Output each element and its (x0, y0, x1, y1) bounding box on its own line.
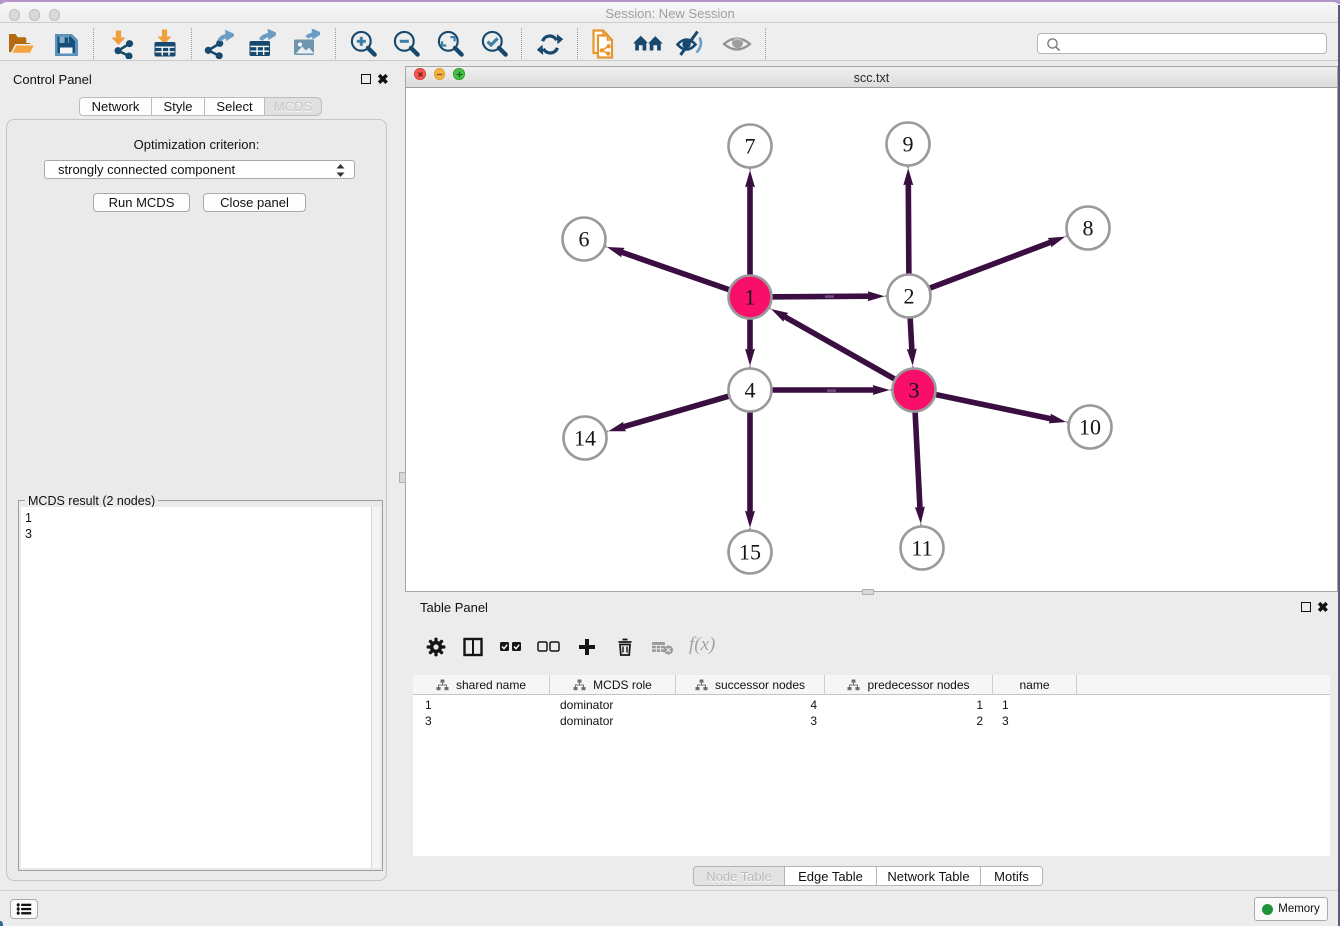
svg-text:3: 3 (909, 378, 920, 403)
svg-text:2: 2 (904, 284, 915, 309)
svg-text:9: 9 (903, 132, 914, 157)
svg-text:1: 1 (745, 285, 756, 310)
svg-text:11: 11 (911, 536, 932, 561)
svg-text:7: 7 (745, 134, 756, 159)
svg-text:6: 6 (579, 227, 590, 252)
svg-text:4: 4 (745, 378, 756, 403)
svg-text:8: 8 (1083, 216, 1094, 241)
svg-text:15: 15 (739, 540, 761, 565)
svg-text:14: 14 (574, 426, 596, 451)
svg-text:10: 10 (1079, 415, 1101, 440)
